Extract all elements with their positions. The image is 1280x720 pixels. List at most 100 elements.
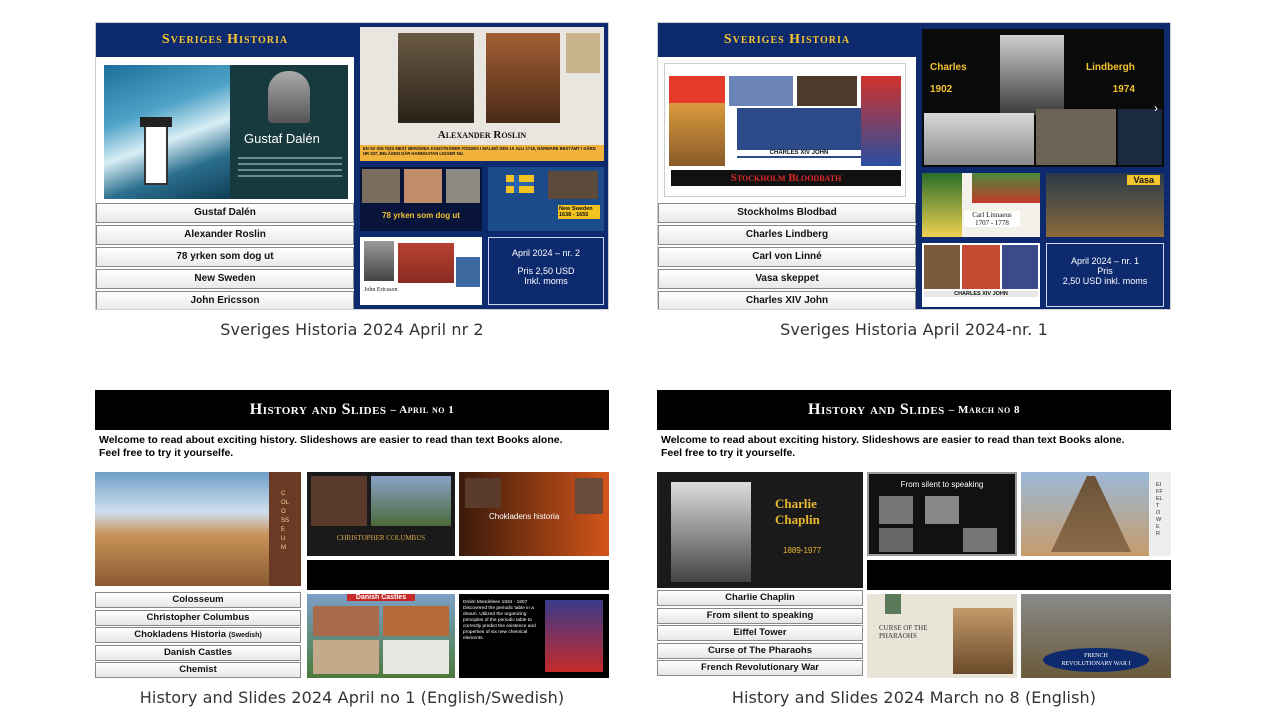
black-strip (867, 560, 1171, 590)
chemist-text: Dmitri Mendeleev 1834 - 1907 Discovered … (463, 600, 536, 641)
black-strip (307, 560, 609, 590)
product-thumbnail[interactable]: History and Slides – March no 8 Welcome … (657, 390, 1171, 678)
lindbergh-slide: Charles 1902 Lindbergh 1974 › (922, 29, 1164, 167)
columbus-title: CHRISTOPHER COLUMBUS (336, 534, 426, 542)
french-war-slide: FRENCH REVOLUTIONARY WAR I (1021, 594, 1171, 678)
john-ericsson-slide: John Ericsson (360, 237, 482, 305)
price-line: April 2024 – nr. 2 (511, 248, 581, 258)
choklad-title: Chokladens historia (489, 512, 560, 521)
list-item: Stockholms Blodbad (658, 203, 916, 223)
price-line: April 2024 – nr. 1 (1070, 256, 1140, 266)
new-sweden-label: New Sweden 1638 - 1655 (558, 205, 600, 219)
list-item: French Revolutionary War (657, 660, 863, 676)
chaplin-title: Charlie Chaplin (775, 496, 820, 527)
silent-title: From silent to speaking (900, 480, 984, 489)
slide-banner: EN AV SIN TIDS MEST BERÖMDA KONSTNÄRER F… (360, 145, 604, 161)
chemist-slide: Dmitri Mendeleev 1834 - 1907 Discovered … (459, 594, 609, 678)
eiffel-vertical-label: EIFFEL TOWER (1156, 482, 1163, 537)
price-line: 2,50 USD inkl. moms (1062, 276, 1148, 286)
john-label: John Ericsson (364, 287, 398, 293)
silent-slide: From silent to speaking (867, 472, 1017, 556)
roslin-slide: Alexander Roslin EN AV SIN TIDS MEST BER… (360, 27, 604, 161)
choklad-slide: Chokladens historia (459, 472, 609, 556)
thumbnail-header: Sveriges Historia (658, 23, 916, 57)
slide-collage: Charles 1902 Lindbergh 1974 › Carl Linna… (916, 23, 1170, 309)
feature-name: Gustaf Dalén (244, 131, 320, 146)
charles-xiv-label: CHARLES XIV JOHN (737, 150, 861, 156)
list-item: Curse of The Pharaohs (657, 642, 863, 659)
header-sub: – April no 1 (390, 404, 455, 416)
product-card-history-and-slides-april-no1[interactable]: History and Slides – April no 1 Welcome … (95, 390, 609, 707)
list-item: Vasa skeppet (658, 269, 916, 289)
intro-text: Welcome to read about exciting history. … (661, 434, 1125, 459)
header-sub: – March no 8 (948, 404, 1020, 416)
linnaeus-label: Carl Linnaeus 1707 - 1778 (964, 211, 1020, 227)
list-item: Eiffel Tower (657, 625, 863, 641)
topic-list: Stockholms Blodbad Charles Lindberg Carl… (658, 203, 916, 309)
product-thumbnail[interactable]: Sveriges Historia Gustaf Dalén Gustaf Da… (95, 22, 609, 310)
thumbnail-header: Sveriges Historia (96, 23, 354, 57)
new-sweden-slide: New Sweden 1638 - 1655 (488, 167, 604, 231)
price-box: April 2024 – nr. 2 Pris 2,50 USD Inkl. m… (488, 237, 604, 305)
product-caption[interactable]: History and Slides 2024 March no 8 (Engl… (657, 688, 1171, 707)
list-item: 78 yrken som dog ut (96, 247, 354, 267)
list-item: Carl von Linné (658, 247, 916, 267)
colosseum-slide: COLOSSEUM (95, 472, 301, 586)
charles-xiv-slide: CHARLES XIV JOHN (922, 243, 1040, 307)
product-caption[interactable]: Sveriges Historia 2024 April nr 2 (95, 320, 609, 339)
vasa-label: Vasa (1127, 175, 1160, 185)
product-card-sveriges-historia-april-nr2[interactable]: Sveriges Historia Gustaf Dalén Gustaf Da… (95, 22, 609, 339)
eiffel-slide: EIFFEL TOWER (1021, 472, 1171, 556)
list-item: Charlie Chaplin (657, 590, 863, 606)
intro-text: Welcome to read about exciting history. … (99, 434, 563, 459)
topic-list: Charlie Chaplin From silent to speaking … (657, 590, 863, 678)
lindbergh-left: Charles 1902 (930, 62, 967, 95)
list-item: Christopher Columbus (95, 609, 301, 626)
linnaeus-slide: Carl Linnaeus 1707 - 1778 (922, 173, 1040, 237)
list-item: Danish Castles (95, 644, 301, 661)
list-item: Colosseum (95, 592, 301, 608)
pharaohs-slide: CURSE OF THE PHARAOHS (867, 594, 1017, 678)
product-card-history-and-slides-march-no8[interactable]: History and Slides – March no 8 Welcome … (657, 390, 1171, 707)
chevron-right-icon[interactable]: › (1154, 101, 1158, 115)
product-caption[interactable]: History and Slides 2024 April no 1 (Engl… (95, 688, 609, 707)
lindbergh-right: Lindbergh 1974 (1086, 62, 1135, 95)
product-thumbnail[interactable]: Sveriges Historia CHARLES XIV JOHN Stock… (657, 22, 1171, 310)
header-main: History and Slides (249, 401, 387, 418)
price-line: Inkl. moms (524, 276, 568, 286)
list-item: From silent to speaking (657, 607, 863, 624)
pharaohs-title: CURSE OF THE PHARAOHS (879, 624, 928, 640)
french-title: FRENCH REVOLUTIONARY WAR I (1043, 648, 1149, 672)
danish-title: Danish Castles (347, 594, 415, 601)
list-item: Charles XIV John (658, 291, 916, 309)
price-line: Pris 2,50 USD (517, 266, 575, 276)
product-caption[interactable]: Sveriges Historia April 2024-nr. 1 (657, 320, 1171, 339)
slide-title: Alexander Roslin (437, 129, 527, 141)
product-card-sveriges-historia-april-nr1[interactable]: Sveriges Historia CHARLES XIV JOHN Stock… (657, 22, 1171, 339)
charles-xiv-small: CHARLES XIV JOHN (924, 291, 1038, 297)
chaplin-years: 1889-1977 (783, 546, 822, 555)
slide-collage: Alexander Roslin EN AV SIN TIDS MEST BER… (354, 23, 608, 309)
list-item: Chemist (95, 662, 301, 678)
colosseum-vertical-label: COLOSSEUM (281, 491, 290, 551)
list-item: Charles Lindberg (658, 225, 916, 245)
thumbnail-header: History and Slides – April no 1 (95, 390, 609, 430)
list-item: John Ericsson (96, 291, 354, 309)
bloodbath-title: Stockholm Bloodbath (671, 170, 901, 186)
price-box: April 2024 – nr. 1 Pris 2,50 USD inkl. m… (1046, 243, 1164, 307)
product-thumbnail[interactable]: History and Slides – April no 1 Welcome … (95, 390, 609, 678)
danish-castles-slide: Danish Castles (307, 594, 455, 678)
yrken-slide: 78 yrken som dog ut (360, 167, 482, 231)
yrken-title: 78 yrken som dog ut (382, 211, 460, 220)
topic-list: Gustaf Dalén Alexander Roslin 78 yrken s… (96, 203, 354, 309)
list-item: New Sweden (96, 269, 354, 289)
header-main: History and Slides (808, 401, 945, 418)
dalen-portrait-panel: Gustaf Dalén (230, 65, 348, 199)
list-item: Alexander Roslin (96, 225, 354, 245)
bloodbath-slide: CHARLES XIV JOHN Stockholm Bloodbath (664, 63, 906, 197)
columbus-slide: CHRISTOPHER COLUMBUS (307, 472, 455, 556)
price-line: Pris (1097, 266, 1113, 276)
list-item: Gustaf Dalén (96, 203, 354, 223)
list-item-note: (Swedish) (228, 632, 262, 639)
vasa-slide: Vasa (1046, 173, 1164, 237)
